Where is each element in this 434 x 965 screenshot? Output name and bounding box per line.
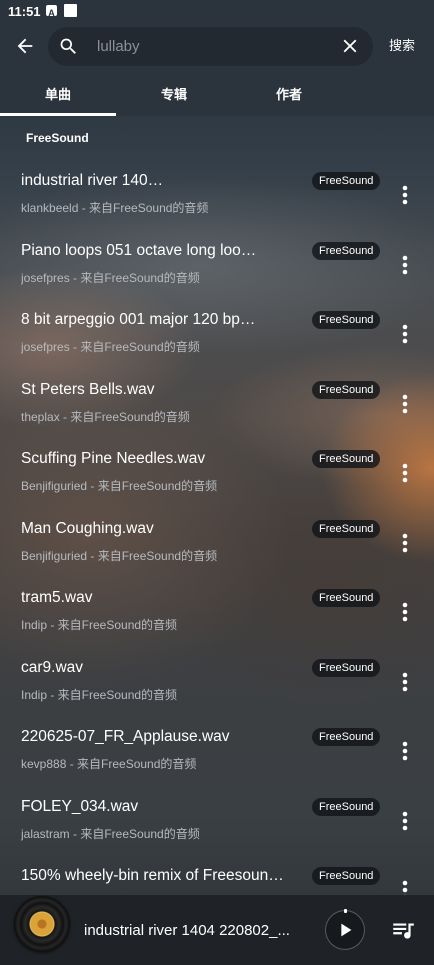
song-title: FOLEY_034.wav: [21, 797, 139, 815]
song-subtitle: josefpres - 来自FreeSound的音频: [21, 340, 200, 354]
source-badge: FreeSound: [312, 519, 381, 538]
more-vertical-icon[interactable]: [396, 879, 414, 895]
close-icon: [343, 39, 357, 53]
result-row[interactable]: FOLEY_034.wav jalastram - 来自FreeSound的音频 F…: [0, 777, 434, 847]
search-input[interactable]: [97, 27, 329, 66]
source-badge: FreeSound: [312, 867, 381, 885]
song-title: Scuffing Pine Needles.wav: [21, 450, 206, 467]
status-time: 11:51: [8, 4, 41, 19]
source-badge: FreeSound: [312, 797, 381, 816]
back-button[interactable]: [14, 35, 36, 57]
result-row[interactable]: 220625-07_FR_Applause.wav kevp888 - 来自Fre…: [0, 707, 434, 777]
source-badge: FreeSound: [312, 450, 381, 468]
source-badge: FreeSound: [312, 241, 381, 260]
result-row[interactable]: Scuffing Pine Needles.wav Benjifiguried -…: [0, 429, 434, 499]
song-subtitle: Indip - 来自FreeSound的音频: [21, 687, 178, 702]
more-vertical-icon[interactable]: [396, 532, 414, 554]
song-title: 220625-07_FR_Applause.wav: [21, 728, 230, 745]
result-row[interactable]: Man Coughing.wav Benjifiguried - 来自FreeSo…: [0, 499, 434, 569]
source-badge: FreeSound: [312, 172, 381, 190]
clear-search-button[interactable]: [339, 35, 361, 57]
text-a-notification-icon: A: [46, 5, 57, 18]
result-row[interactable]: Piano loops 051 octave long loo… josefpre…: [0, 221, 434, 291]
song-subtitle: kevp888 - 来自FreeSound的音频: [21, 757, 197, 771]
tab-artists[interactable]: 作者: [231, 76, 347, 113]
result-row[interactable]: St Peters Bells.wav theplax - 来自FreeSound…: [0, 360, 434, 430]
song-subtitle: jalastram - 来自FreeSound的音频: [21, 826, 200, 841]
more-vertical-icon[interactable]: [396, 393, 414, 415]
square-notification-icon: [64, 4, 77, 17]
song-subtitle: Indip - 来自FreeSound的音频: [21, 618, 178, 632]
song-title: industrial river 140…: [21, 172, 164, 189]
more-vertical-icon[interactable]: [396, 601, 414, 623]
song-title: St Peters Bells.wav: [21, 380, 155, 398]
more-vertical-icon[interactable]: [396, 740, 414, 762]
result-row[interactable]: industrial river 140… klankbeeld - 来自Free…: [0, 151, 434, 221]
result-row[interactable]: car9.wav Indip - 来自FreeSound的音频 FreeSound: [0, 638, 434, 708]
results-list: industrial river 140… klankbeeld - 来自Free…: [0, 151, 434, 895]
result-row[interactable]: 8 bit arpeggio 001 major 120 bp… josefpre…: [0, 290, 434, 360]
source-badge: FreeSound: [312, 380, 381, 399]
song-subtitle: theplax - 来自FreeSound的音频: [21, 409, 190, 424]
tab-albums[interactable]: 专辑: [116, 76, 232, 113]
song-title: Man Coughing.wav: [21, 519, 154, 537]
song-subtitle: Benjifiguried - 来自FreeSound的音频: [21, 479, 218, 493]
source-badge: FreeSound: [312, 658, 381, 677]
progress-ring-marker: [343, 909, 347, 913]
queue-music-icon[interactable]: [390, 917, 416, 943]
svg-text:A: A: [48, 8, 55, 18]
song-title: 150% wheely-bin remix of Freesoun…: [21, 867, 284, 884]
arrow-left-icon: [17, 38, 33, 54]
section-title: FreeSound: [26, 131, 89, 145]
more-vertical-icon[interactable]: [396, 323, 414, 345]
song-subtitle: klankbeeld - 来自FreeSound的音频: [21, 201, 209, 215]
vinyl-record-icon[interactable]: [14, 896, 70, 952]
result-row[interactable]: tram5.wav Indip - 来自FreeSound的音频 FreeSound: [0, 568, 434, 638]
more-vertical-icon[interactable]: [396, 671, 414, 693]
search-button[interactable]: 搜索: [389, 38, 415, 54]
tab-songs[interactable]: 单曲: [0, 76, 116, 113]
source-badge: FreeSound: [312, 728, 381, 746]
source-badge: FreeSound: [312, 589, 381, 607]
song-title: car9.wav: [21, 658, 84, 676]
source-badge: FreeSound: [312, 311, 381, 329]
play-icon[interactable]: [334, 919, 356, 941]
song-title: 8 bit arpeggio 001 major 120 bp…: [21, 311, 256, 328]
more-vertical-icon[interactable]: [396, 462, 414, 484]
active-tab-indicator: [0, 113, 116, 116]
search-icon: [58, 36, 79, 57]
result-row[interactable]: 150% wheely-bin remix of Freesoun… FreeSo…: [0, 846, 434, 895]
more-vertical-icon[interactable]: [396, 254, 414, 276]
more-vertical-icon[interactable]: [396, 184, 414, 206]
now-playing-title[interactable]: industrial river 1404 220802_...: [84, 922, 308, 940]
more-vertical-icon[interactable]: [396, 810, 414, 832]
song-title: tram5.wav: [21, 589, 93, 606]
song-subtitle: Benjifiguried - 来自FreeSound的音频: [21, 548, 218, 563]
song-subtitle: josefpres - 来自FreeSound的音频: [21, 270, 200, 285]
song-title: Piano loops 051 octave long loo…: [21, 241, 257, 259]
